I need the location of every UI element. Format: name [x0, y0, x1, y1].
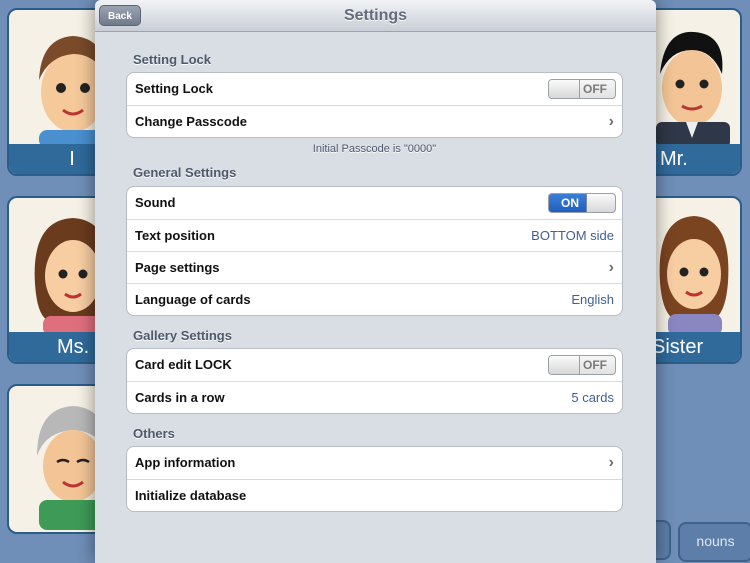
passcode-footnote: Initial Passcode is "0000": [312, 143, 437, 155]
cards-in-row-row[interactable]: Cards in a row 5 cards: [127, 381, 622, 413]
page-settings-label: Page settings: [135, 260, 220, 275]
others-group: App information › Initialize database: [126, 446, 623, 512]
card-edit-lock-toggle[interactable]: OFF: [548, 355, 616, 375]
setting-lock-group: Setting Lock OFF Change Passcode ›: [126, 72, 623, 138]
toggle-knob: [549, 80, 580, 98]
general-settings-group: Sound ON Text position BOTTOM side Page …: [126, 186, 623, 316]
text-position-row[interactable]: Text position BOTTOM side: [127, 219, 622, 251]
cards-in-row-value: 5 cards: [571, 390, 614, 405]
setting-lock-label: Setting Lock: [135, 81, 214, 96]
gallery-settings-group: Card edit LOCK OFF Cards in a row 5 card…: [126, 348, 623, 414]
app-information-label: App information: [135, 455, 236, 470]
section-header-setting-lock: Setting Lock: [133, 52, 212, 67]
change-passcode-row[interactable]: Change Passcode ›: [127, 105, 622, 137]
setting-lock-row: Setting Lock OFF: [127, 73, 622, 105]
change-passcode-label: Change Passcode: [135, 114, 247, 129]
page-settings-row[interactable]: Page settings ›: [127, 251, 622, 283]
text-position-value: BOTTOM side: [531, 228, 614, 243]
language-row[interactable]: Language of cards English: [127, 283, 622, 315]
text-position-label: Text position: [135, 228, 215, 243]
section-header-others: Others: [133, 426, 175, 441]
initialize-database-row[interactable]: Initialize database: [127, 479, 622, 511]
sound-toggle[interactable]: ON: [548, 193, 616, 213]
category-tab-nouns[interactable]: nouns: [678, 522, 750, 562]
navigation-bar: Back Settings: [95, 0, 656, 32]
section-header-gallery: Gallery Settings: [133, 328, 232, 343]
chevron-right-icon: ›: [608, 259, 614, 276]
settings-sheet: Back Settings Setting Lock Setting Lock …: [95, 0, 656, 563]
language-value: English: [571, 292, 614, 307]
sound-label: Sound: [135, 195, 176, 210]
app-information-row[interactable]: App information ›: [127, 447, 622, 479]
toggle-state-text: OFF: [583, 82, 607, 96]
initialize-database-label: Initialize database: [135, 488, 247, 503]
chevron-right-icon: ›: [608, 454, 614, 471]
page-title: Settings: [343, 7, 408, 24]
language-label: Language of cards: [135, 292, 251, 307]
sound-row: Sound ON: [127, 187, 622, 219]
setting-lock-toggle[interactable]: OFF: [548, 79, 616, 99]
tab-label: nouns: [696, 533, 735, 549]
section-header-general: General Settings: [133, 165, 237, 180]
toggle-knob: [549, 356, 580, 374]
card-edit-lock-label: Card edit LOCK: [135, 357, 232, 372]
cards-in-row-label: Cards in a row: [135, 390, 225, 405]
card-edit-lock-row: Card edit LOCK OFF: [127, 349, 622, 381]
toggle-state-text: OFF: [583, 358, 607, 372]
toggle-knob: [586, 194, 615, 212]
chevron-right-icon: ›: [608, 113, 614, 130]
toggle-state-text: ON: [561, 196, 579, 210]
